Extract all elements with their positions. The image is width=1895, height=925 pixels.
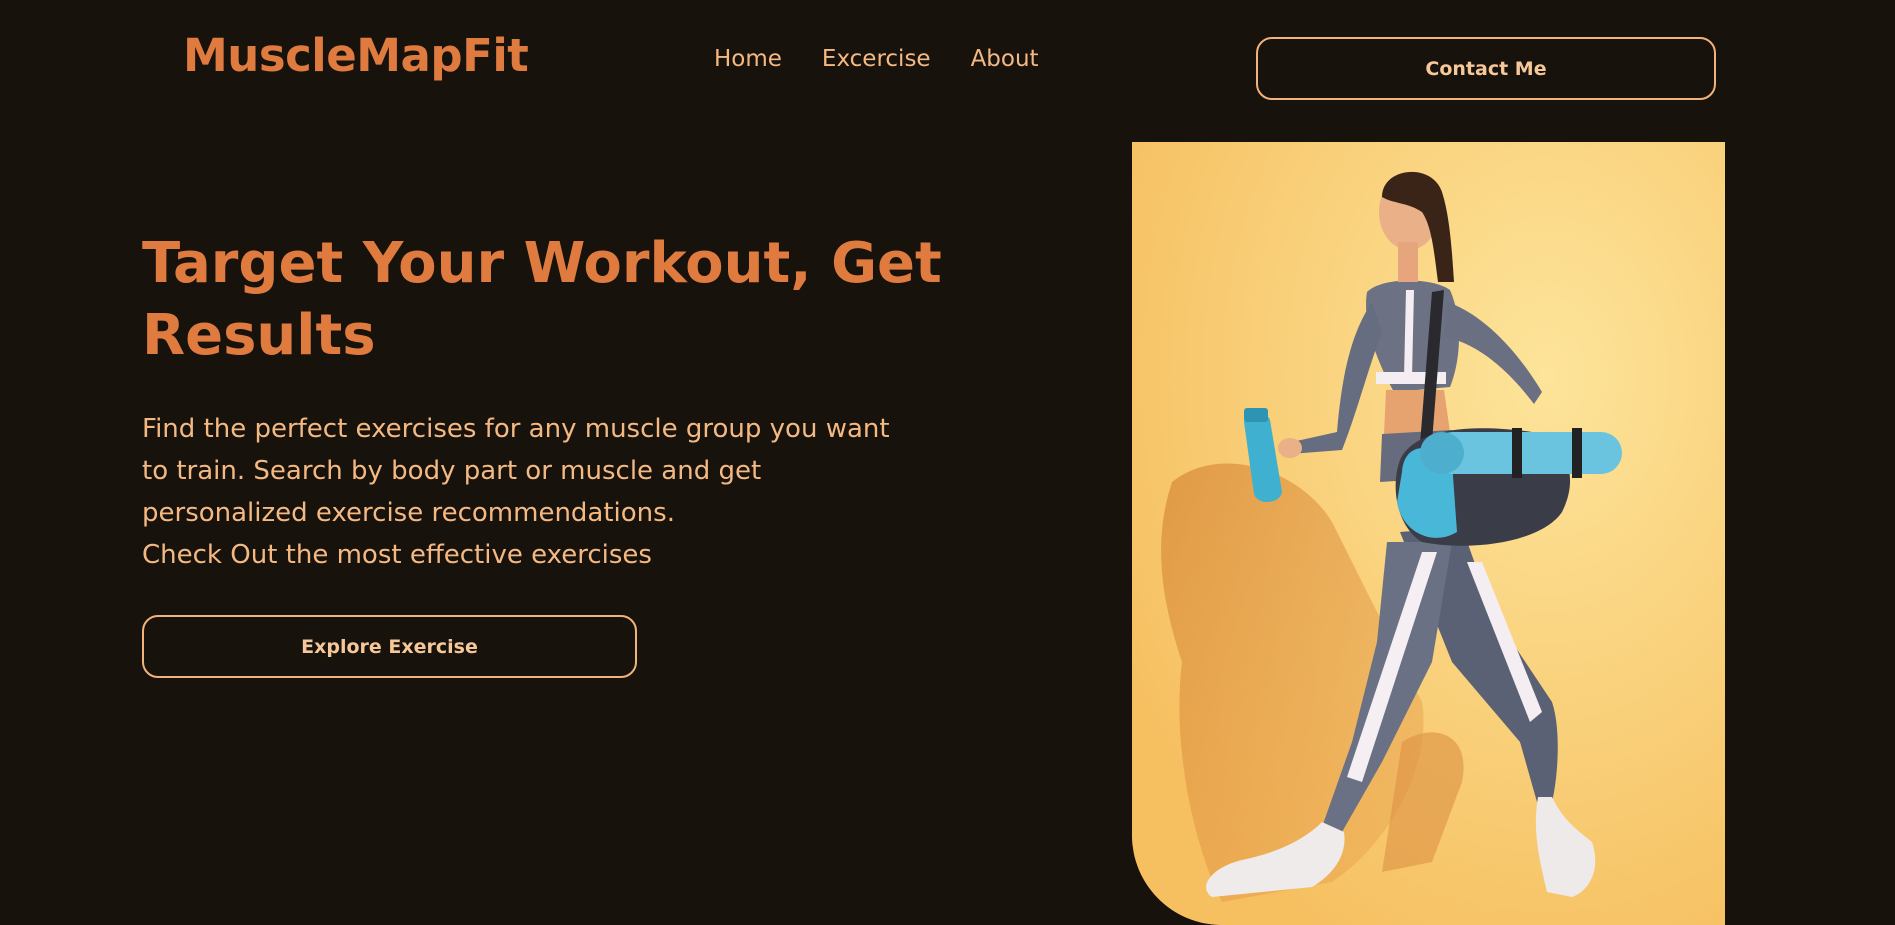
brand-logo[interactable]: MuscleMapFit	[183, 28, 529, 84]
mat-strap	[1572, 428, 1582, 478]
nav-exercise-link[interactable]: Excercise	[822, 44, 931, 74]
contact-me-button[interactable]: Contact Me	[1256, 37, 1716, 100]
hero-description-line: Check Out the most effective exercises	[142, 540, 652, 570]
explore-exercise-button[interactable]: Explore Exercise	[142, 615, 637, 678]
hero-description: Find the perfect exercises for any muscl…	[142, 408, 922, 576]
fitness-woman-illustration	[1132, 142, 1725, 925]
hero-description-line: Find the perfect exercises for any muscl…	[142, 414, 890, 528]
left-hand	[1278, 438, 1302, 458]
landing-page: MuscleMapFit Home Excercise About Contac…	[0, 0, 1895, 925]
nav-about-link[interactable]: About	[971, 44, 1039, 74]
nav-home-link[interactable]: Home	[714, 44, 782, 74]
mat-strap	[1512, 428, 1522, 478]
midriff	[1384, 390, 1450, 434]
yoga-mat-roll-end	[1420, 432, 1464, 474]
hero-title: Target Your Workout, Get Results	[142, 231, 942, 368]
hero-image	[1132, 142, 1725, 925]
bottle-cap	[1244, 408, 1268, 422]
neck	[1398, 242, 1418, 282]
main-nav: Home Excercise About	[714, 44, 1039, 74]
